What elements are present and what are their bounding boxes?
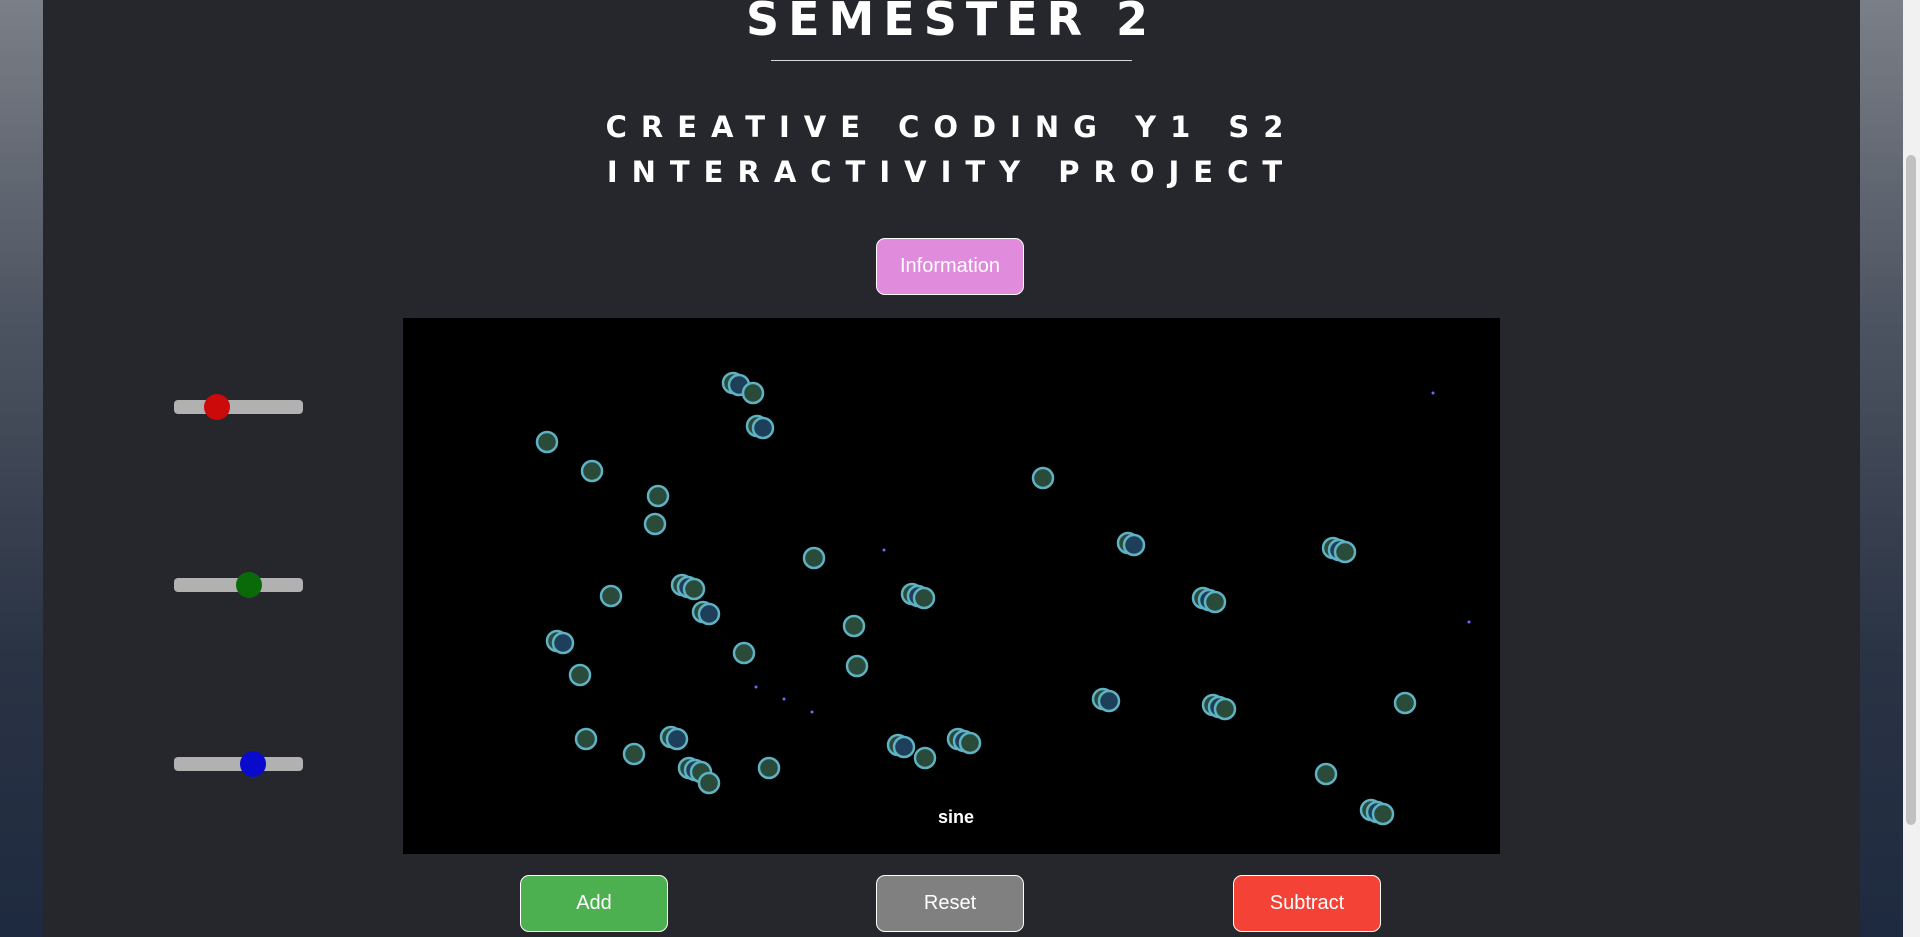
particle <box>682 577 706 601</box>
particle-dot <box>882 548 886 552</box>
particle <box>732 641 756 665</box>
add-button[interactable]: Add <box>520 875 668 932</box>
particle <box>845 654 869 678</box>
particle <box>599 584 623 608</box>
green-slider[interactable] <box>174 572 303 598</box>
blue-slider[interactable] <box>174 751 303 777</box>
particle <box>665 727 689 751</box>
particle <box>802 546 826 570</box>
particle <box>580 459 604 483</box>
blue-slider-thumb[interactable] <box>239 751 266 777</box>
particle <box>751 416 775 440</box>
scrollbar-thumb[interactable] <box>1906 155 1916 825</box>
particle <box>1122 533 1146 557</box>
wave-mode-label: sine <box>937 807 975 827</box>
green-slider-thumb[interactable] <box>235 572 262 598</box>
particle <box>842 614 866 638</box>
particle <box>1097 689 1121 713</box>
particle <box>551 631 575 655</box>
particle <box>913 746 937 770</box>
particle <box>646 484 670 508</box>
particle <box>1203 590 1227 614</box>
particle-dot <box>1467 620 1471 624</box>
particle <box>622 742 646 766</box>
particle <box>535 430 559 454</box>
page-title: SEMESTER 2 <box>745 0 1158 46</box>
particle-dot <box>754 685 758 689</box>
particle <box>574 727 598 751</box>
particle-dot <box>1431 391 1435 395</box>
particle <box>1031 466 1055 490</box>
red-slider[interactable] <box>174 394 303 420</box>
particle <box>892 735 916 759</box>
particle <box>643 512 667 536</box>
subtract-button[interactable]: Subtract <box>1233 875 1381 932</box>
particle <box>1333 540 1357 564</box>
particle-dot <box>810 710 814 714</box>
red-slider-thumb[interactable] <box>203 394 230 420</box>
title-underline <box>771 60 1132 61</box>
particle <box>1371 802 1395 826</box>
particle <box>1213 697 1237 721</box>
particle <box>697 602 721 626</box>
particle <box>757 756 781 780</box>
project-subtitle-line1: CREATIVE CODING Y1 S2 <box>605 110 1298 144</box>
particle-dot <box>782 697 786 701</box>
particle-field <box>535 371 1471 826</box>
particle <box>958 731 982 755</box>
particle <box>912 586 936 610</box>
reset-button[interactable]: Reset <box>876 875 1024 932</box>
project-subtitle-line2: INTERACTIVITY PROJECT <box>606 155 1297 189</box>
particle <box>1314 762 1338 786</box>
particle <box>697 771 721 795</box>
particle <box>568 663 592 687</box>
sketch-canvas[interactable]: sine <box>403 318 1500 854</box>
particle <box>741 381 765 405</box>
information-button[interactable]: Information <box>876 238 1024 295</box>
particle <box>1393 691 1417 715</box>
